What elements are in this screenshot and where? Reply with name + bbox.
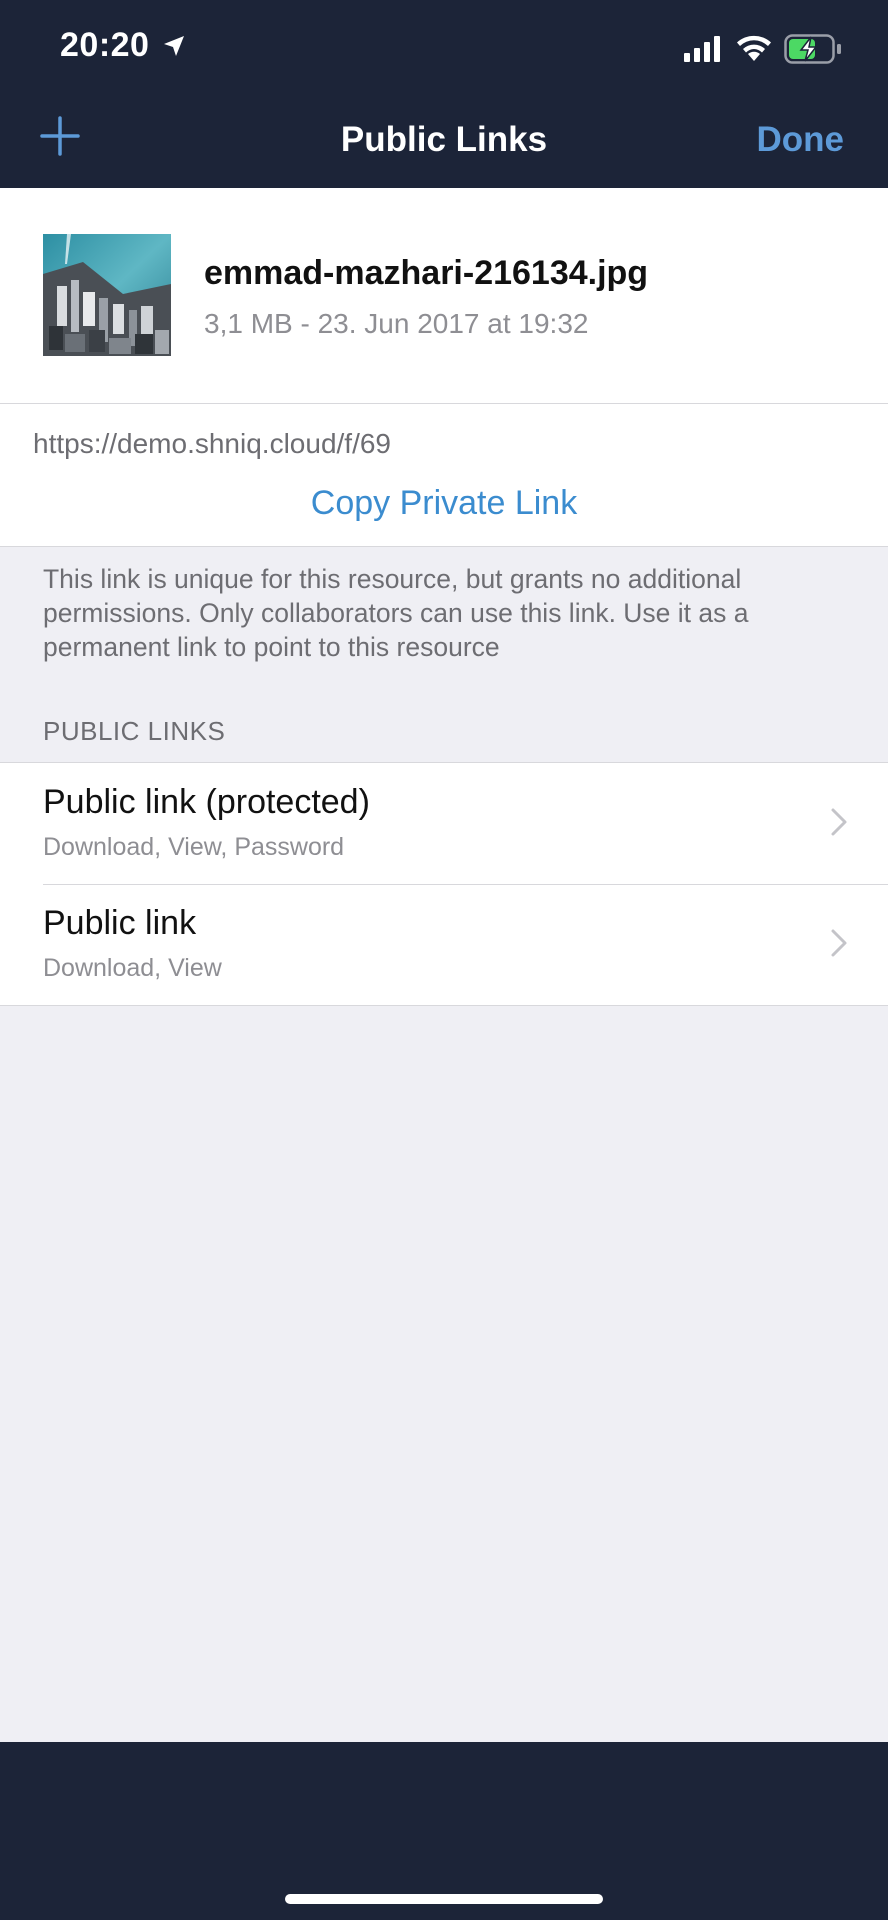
list-item-subtitle: Download, View, Password xyxy=(43,833,345,861)
file-name: emmad-mazhari-216134.jpg xyxy=(204,254,649,292)
public-link-row[interactable]: Public link Download, View xyxy=(0,884,888,1005)
chevron-right-icon xyxy=(831,929,847,957)
done-button[interactable]: Done xyxy=(757,120,845,160)
home-indicator[interactable] xyxy=(285,1894,603,1904)
private-link-section: https://demo.shniq.cloud/f/69 Copy Priva… xyxy=(0,404,888,547)
list-item-title: Public link (protected) xyxy=(43,783,370,821)
public-links-header: PUBLIC LINKS xyxy=(43,716,226,746)
file-thumbnail xyxy=(43,234,171,356)
file-meta: 3,1 MB - 23. Jun 2017 at 19:32 xyxy=(204,308,589,339)
cellular-signal-icon xyxy=(684,36,720,62)
file-info: emmad-mazhari-216134.jpg 3,1 MB - 23. Ju… xyxy=(0,188,888,404)
location-arrow-icon xyxy=(164,36,184,56)
list-item-subtitle: Download, View xyxy=(43,954,222,982)
header: 20:20 Public Links Done xyxy=(0,0,888,188)
page-title: Public Links xyxy=(340,120,548,159)
public-links-list: Public link (protected) Download, View, … xyxy=(0,762,888,1006)
list-item-title: Public link xyxy=(43,904,197,942)
screen: 20:20 Public Links Done emmad-mazhari-21… xyxy=(0,0,888,1920)
private-link-note: This link is unique for this resource, b… xyxy=(43,564,749,662)
status-time: 20:20 xyxy=(60,26,150,64)
public-link-row-protected[interactable]: Public link (protected) Download, View, … xyxy=(0,763,888,884)
copy-private-link-button[interactable]: Copy Private Link xyxy=(0,484,888,523)
chevron-right-icon xyxy=(831,808,847,836)
private-link-url: https://demo.shniq.cloud/f/69 xyxy=(33,428,391,459)
wifi-icon xyxy=(737,35,771,61)
battery-charging-icon xyxy=(784,34,841,64)
